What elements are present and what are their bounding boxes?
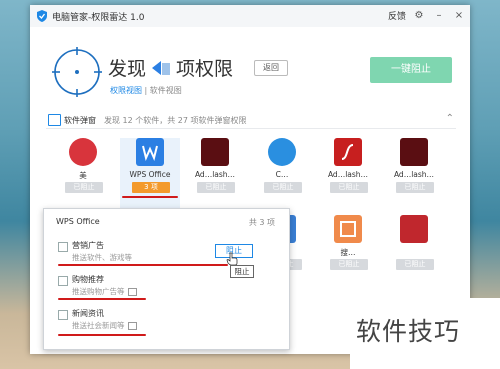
close-button[interactable]: × [452,8,466,22]
permission-checkbox[interactable] [58,242,68,252]
app-status-button[interactable]: 已阻止 [330,182,368,193]
popup-title: WPS Office [56,217,100,226]
gear-icon[interactable]: ⚙ [412,8,426,22]
app-item[interactable]: Ad…lash… 已阻止 [185,138,245,208]
app-item[interactable]: Ad…lash… 已阻止 [384,138,444,208]
flash-icon [334,138,362,166]
flash-icon [400,138,428,166]
permission-row[interactable]: 新闻资讯 推送社会新闻等 [56,307,281,337]
app-icon [400,215,428,243]
tab-software-view[interactable]: 软件视图 [150,86,182,95]
app-status-button[interactable]: 已阻止 [396,259,434,270]
app-status-button[interactable]: 已阻止 [264,182,302,193]
app-count-button[interactable]: 3 项 [132,182,170,193]
hand-cursor-icon [226,252,238,266]
image-icon[interactable] [127,288,137,296]
watermark: 软件技巧 [356,317,461,346]
window-title: 电脑管家-权限雷达 1.0 [52,13,145,23]
app-status-button[interactable]: 已阻止 [65,182,103,193]
annotation-underline [58,334,146,336]
app-item[interactable]: 已阻止 [384,215,444,285]
app-item[interactable]: 搜… 已阻止 [318,215,378,285]
title-bar: 电脑管家-权限雷达 1.0 反馈 ⚙ – × [30,5,470,28]
app-status-button[interactable]: 已阻止 [197,182,235,193]
back-button[interactable]: 返回 [254,60,288,76]
app-icon [69,138,97,166]
app-status-button[interactable]: 已阻止 [396,182,434,193]
image-icon[interactable] [127,322,137,330]
tab-permission-view[interactable]: 权限视图 [110,86,142,95]
window-icon [48,114,61,126]
annotation-underline [58,264,228,266]
popup-count: 共 3 项 [248,218,275,227]
annotation-underline [122,196,178,198]
app-status-button[interactable]: 已阻止 [330,259,368,270]
shield-icon [37,10,47,22]
app-icon [334,215,362,243]
minimize-button[interactable]: – [432,8,446,22]
app-icon [268,138,296,166]
tooltip: 阻止 [230,265,254,278]
block-all-button[interactable]: 一键阻止 [370,57,452,83]
wps-icon [136,138,164,166]
chevron-up-icon[interactable]: ⌃ [446,113,454,124]
flash-icon [201,138,229,166]
annotation-underline [58,298,146,300]
category-description: 发现 12 个软件，共 27 项软件弹窗权限 [104,116,247,125]
app-item[interactable]: C… 已阻止 [252,138,312,208]
header: 发现 项权限 返回 权限视图 | 软件视图 一键阻止 [30,27,470,109]
category-header[interactable]: 软件弹窗 发现 12 个软件，共 27 项软件弹窗权限 ⌃ [46,112,456,129]
category-name: 软件弹窗 [64,116,96,125]
count-placeholder-icon [152,60,171,75]
page-title: 发现 项权限 [108,58,234,80]
app-item[interactable]: 美 已阻止 [53,138,113,208]
view-switch: 权限视图 | 软件视图 [110,85,182,96]
permission-checkbox[interactable] [58,310,68,320]
permission-checkbox[interactable] [58,276,68,286]
feedback-link[interactable]: 反馈 [388,9,406,22]
radar-icon [52,47,102,97]
view-separator: | [144,86,148,95]
wps-permission-popup: WPS Office 共 3 项 营销广告 推送软件、游戏等 购物推荐 推送购物… [43,208,290,350]
app-item[interactable]: Ad…lash… 已阻止 [318,138,378,208]
